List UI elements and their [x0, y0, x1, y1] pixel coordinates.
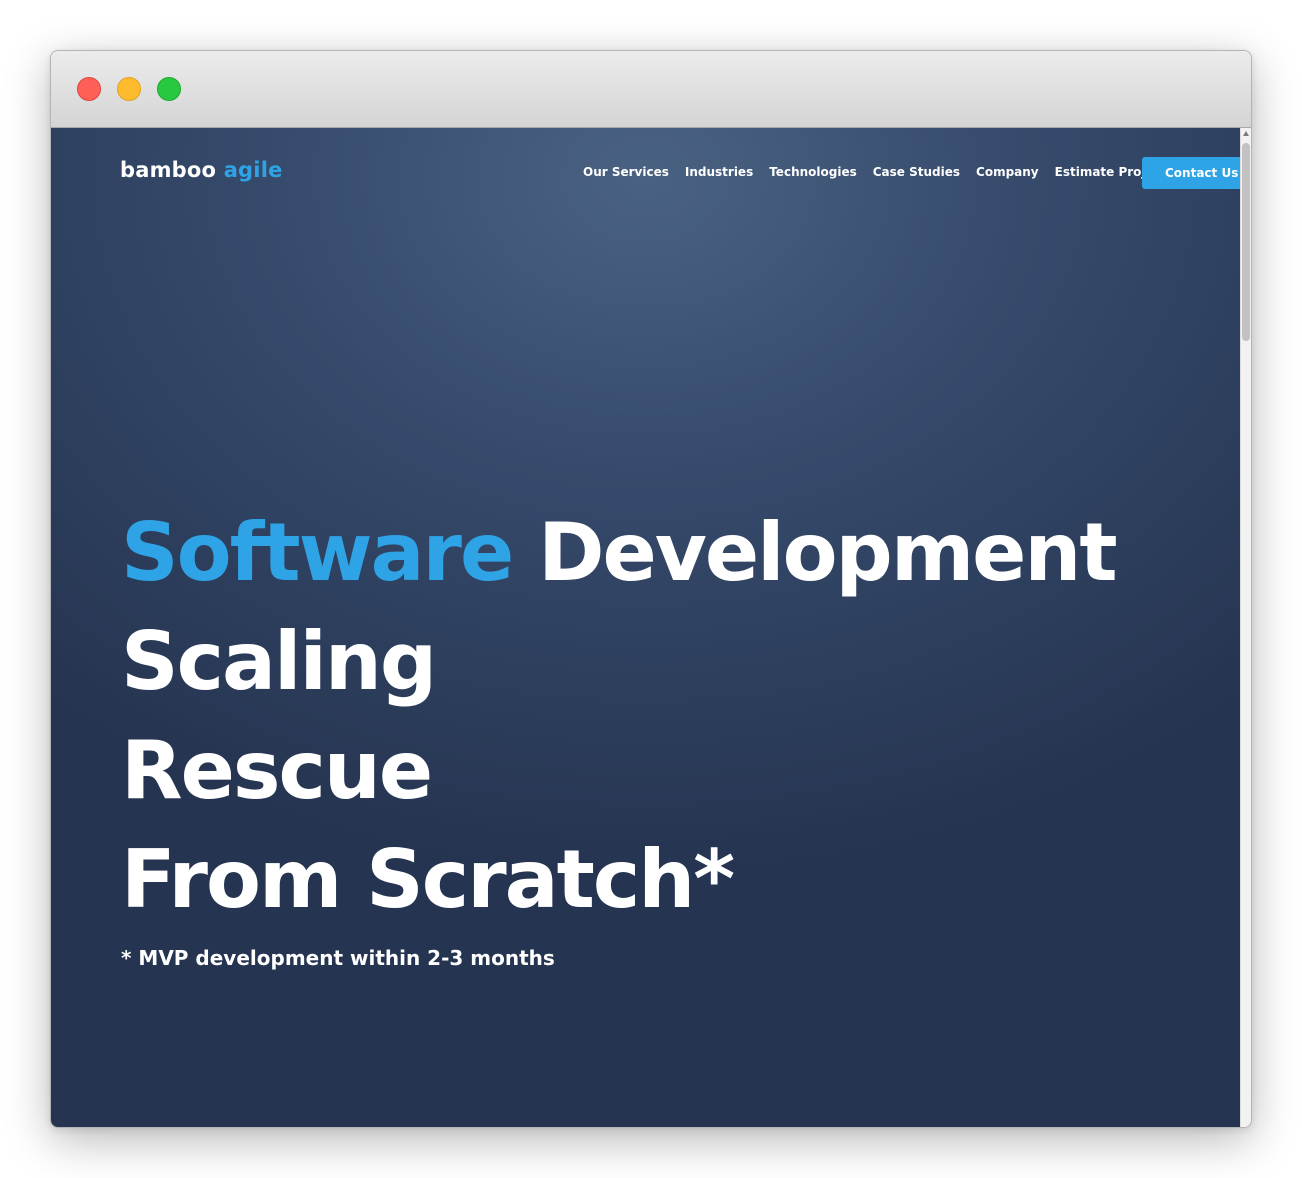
- hero-line-4: From Scratch*: [121, 833, 735, 926]
- nav-technologies[interactable]: Technologies: [769, 165, 857, 179]
- logo-word-agile: agile: [223, 158, 283, 182]
- nav-case-studies[interactable]: Case Studies: [873, 165, 960, 179]
- scrollbar-thumb[interactable]: [1242, 143, 1250, 341]
- hero-footnote: * MVP development within 2-3 months: [121, 946, 555, 970]
- scroll-up-arrow-icon[interactable]: [1243, 131, 1249, 136]
- hero-line-1: Software Development: [121, 498, 1118, 607]
- page-viewport: bamboo agile Our Services Industries Tec…: [51, 128, 1240, 1127]
- hero-line-1-rest: Development: [538, 506, 1118, 599]
- browser-window: bamboo agile Our Services Industries Tec…: [50, 50, 1252, 1128]
- nav-our-services[interactable]: Our Services: [583, 165, 669, 179]
- close-window-button[interactable]: [77, 77, 101, 101]
- logo-word-bamboo: bamboo: [120, 158, 217, 182]
- nav-industries[interactable]: Industries: [685, 165, 753, 179]
- minimize-window-button[interactable]: [117, 77, 141, 101]
- contact-us-button[interactable]: Contact Us: [1142, 157, 1240, 189]
- hero-line-3: Rescue: [121, 724, 433, 817]
- vertical-scrollbar[interactable]: [1240, 128, 1251, 1127]
- hero-heading: Software Development Scaling Rescue From…: [121, 498, 1118, 934]
- maximize-window-button[interactable]: [157, 77, 181, 101]
- nav-company[interactable]: Company: [976, 165, 1039, 179]
- hero-line-2: Scaling: [121, 615, 437, 708]
- window-titlebar: [51, 51, 1251, 128]
- hero-accent-word: Software: [121, 506, 514, 599]
- main-nav: Our Services Industries Technologies Cas…: [583, 165, 1167, 179]
- site-logo[interactable]: bamboo agile: [120, 158, 283, 182]
